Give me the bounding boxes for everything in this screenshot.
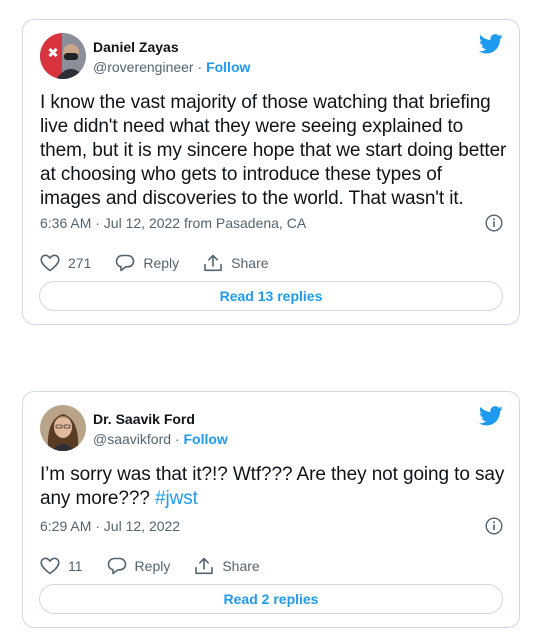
separator: · <box>171 431 184 447</box>
tweet-text: I’m sorry was that it?!? Wtf??? Are they… <box>40 463 507 511</box>
timestamp[interactable]: 6:36 AM · Jul 12, 2022 from Pasadena, CA <box>40 215 306 231</box>
twitter-bird-icon[interactable] <box>479 34 503 54</box>
author-handle[interactable]: @saavikford <box>93 431 171 447</box>
avatar[interactable] <box>40 33 86 79</box>
avatar[interactable] <box>40 405 86 451</box>
separator: · <box>193 59 207 75</box>
action-bar: 11 Reply Share <box>40 557 284 575</box>
author-name[interactable]: Dr. Saavik Ford <box>93 411 195 427</box>
reply-label: Reply <box>134 558 171 574</box>
timestamp[interactable]: 6:29 AM · Jul 12, 2022 <box>40 518 180 534</box>
share-label: Share <box>231 255 269 271</box>
handle-row: @roverengineer · Follow <box>93 59 250 75</box>
like-count: 271 <box>68 255 92 271</box>
like-button[interactable]: 271 <box>40 254 91 272</box>
reply-icon <box>116 254 135 272</box>
action-bar: 271 Reply Share <box>40 254 293 272</box>
follow-button[interactable]: Follow <box>206 59 250 75</box>
reply-icon <box>107 557 126 575</box>
tweet-text: I know the vast majority of those watchi… <box>40 92 507 209</box>
handle-row: @saavikford · Follow <box>93 431 228 447</box>
share-button[interactable]: Share <box>203 254 269 272</box>
heart-icon <box>40 557 60 575</box>
share-label: Share <box>222 558 260 574</box>
reply-button[interactable]: Reply <box>107 557 171 575</box>
tweet-card[interactable]: Daniel Zayas @roverengineer · Follow I k… <box>22 19 520 325</box>
twitter-bird-icon[interactable] <box>479 406 503 426</box>
info-icon[interactable] <box>485 214 503 232</box>
reply-button[interactable]: Reply <box>115 254 179 272</box>
share-icon <box>195 557 214 575</box>
read-replies-button[interactable]: Read 2 replies <box>39 584 503 614</box>
share-icon <box>204 254 222 272</box>
hashtag-link[interactable]: #jwst <box>155 488 198 509</box>
tweet-body: I’m sorry was that it?!? Wtf??? Are they… <box>40 464 505 509</box>
like-count: 11 <box>68 558 83 574</box>
like-button[interactable]: 11 <box>40 557 83 575</box>
author-handle[interactable]: @roverengineer <box>93 59 194 75</box>
read-replies-button[interactable]: Read 13 replies <box>39 281 503 311</box>
heart-icon <box>40 254 60 272</box>
share-button[interactable]: Share <box>194 557 260 575</box>
author-name[interactable]: Daniel Zayas <box>93 39 179 55</box>
info-icon[interactable] <box>485 517 503 535</box>
reply-label: Reply <box>143 255 180 271</box>
follow-button[interactable]: Follow <box>183 431 227 447</box>
tweet-card[interactable]: Dr. Saavik Ford @saavikford · Follow I’m… <box>22 391 520 628</box>
